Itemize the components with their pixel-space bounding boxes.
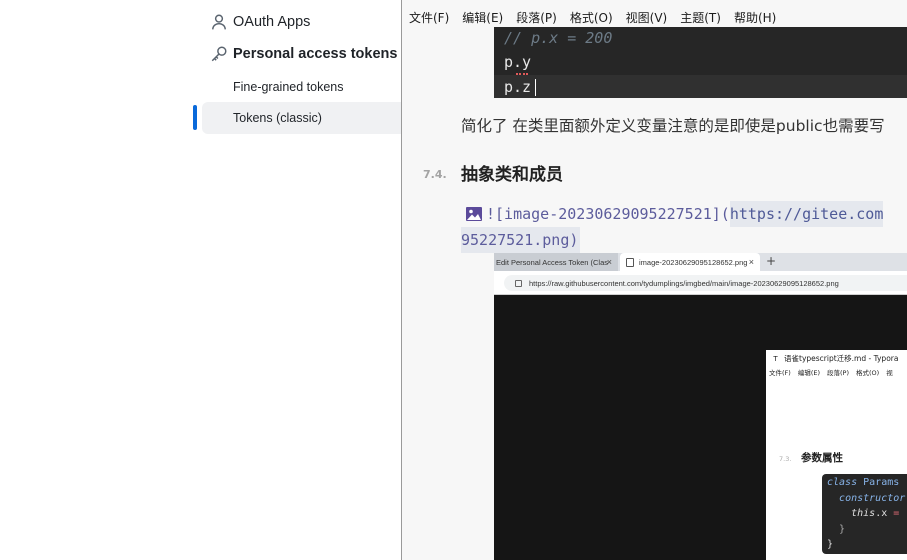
- address-field: https://raw.githubusercontent.com/tydump…: [504, 275, 907, 291]
- active-indicator: [193, 105, 197, 130]
- sidebar-subitem-fine-grained-tokens[interactable]: Fine-grained tokens: [202, 73, 401, 101]
- code-keyword: constructor: [839, 492, 906, 504]
- menu-bar: 文件(F) 编辑(E) 段落(P) 格式(O) 视图(V) 主题(T) 帮助(H…: [402, 8, 782, 28]
- browser-tab-bar: Edit Personal Access Token (Clas × image…: [494, 253, 907, 271]
- browser-tab-active: image-20230629095128652.png ×: [620, 253, 760, 271]
- code-keyword: this: [851, 508, 876, 519]
- nested-menu-bar: 文件(F) 编辑(E) 段落(P) 格式(O) 视: [766, 367, 897, 381]
- menu-theme[interactable]: 主题(T): [680, 8, 721, 28]
- typora-logo-icon: T: [773, 354, 778, 363]
- sidebar-item-label: Fine-grained tokens: [233, 80, 344, 94]
- code-text: }: [839, 523, 846, 535]
- image-icon: [466, 207, 482, 221]
- image-url-link[interactable]: https://gitee.com: [730, 205, 884, 223]
- active-line-highlight: [494, 75, 907, 98]
- sidebar-item-personal-access-tokens[interactable]: Personal access tokens: [202, 40, 401, 68]
- typora-window: 文件(F) 编辑(E) 段落(P) 格式(O) 视图(V) 主题(T) 帮助(H…: [401, 0, 907, 560]
- text-cursor: [535, 79, 536, 96]
- code-block[interactable]: // p.x = 200 p.y p.z: [494, 27, 907, 98]
- code-line: // p.x = 200: [504, 29, 613, 47]
- tab-title: Edit Personal Access Token (Clas: [496, 257, 608, 267]
- heading-number: 7.4.: [423, 168, 447, 181]
- lock-icon: [515, 279, 522, 287]
- nested-menu-item: 编辑(E): [797, 369, 820, 377]
- code-text: .x: [875, 508, 888, 519]
- nested-menu-item: 段落(P): [827, 369, 849, 377]
- code-operator: =: [893, 508, 900, 519]
- github-settings-sidebar: OAuth Apps Personal access tokens Fine-g…: [0, 0, 401, 560]
- menu-help[interactable]: 帮助(H): [734, 8, 776, 28]
- code-identifier: Params: [863, 477, 900, 488]
- sidebar-item-label: OAuth Apps: [233, 14, 311, 30]
- image-markdown-suffix: 95227521.png): [461, 227, 581, 253]
- key-icon: [208, 43, 230, 65]
- nested-code-block: class Params constructor this.x = } }: [822, 474, 907, 554]
- nested-menu-item: 文件(F): [769, 369, 791, 377]
- paragraph[interactable]: 简化了 在类里面额外定义变量注意的是即使是public也需要写: [461, 114, 885, 136]
- sidebar-item-label: Personal access tokens: [233, 46, 398, 62]
- code-text: }: [827, 539, 834, 550]
- document-icon: [626, 257, 634, 267]
- nested-typora-window: T 语雀typescript迁移.md - Typora 文件(F) 编辑(E)…: [766, 350, 907, 560]
- image-markdown-prefix: ![image-20230629095227521](: [486, 205, 730, 223]
- close-icon: ×: [748, 257, 754, 267]
- browser-tab: Edit Personal Access Token (Clas ×: [494, 253, 618, 271]
- nested-menu-item: 格式(O): [856, 369, 880, 377]
- address-text: https://raw.githubusercontent.com/tydump…: [529, 278, 839, 288]
- spellcheck-underline: [516, 72, 528, 75]
- nested-title-bar: T 语雀typescript迁移.md - Typora: [766, 350, 907, 367]
- close-icon: ×: [606, 257, 612, 267]
- tab-title: image-20230629095128652.png: [639, 257, 748, 267]
- menu-edit[interactable]: 编辑(E): [462, 8, 503, 28]
- nested-heading: 参数属性: [801, 452, 843, 464]
- nested-menu-item: 视: [886, 369, 893, 377]
- image-markdown-source[interactable]: ![image-20230629095227521](https://gitee…: [461, 201, 907, 253]
- plus-icon: +: [766, 254, 777, 268]
- menu-view[interactable]: 视图(V): [626, 8, 668, 28]
- code-line: p.z: [504, 78, 532, 96]
- menu-file[interactable]: 文件(F): [409, 8, 449, 28]
- heading[interactable]: 抽象类和成员: [461, 160, 563, 185]
- browser-address-bar: https://raw.githubusercontent.com/tydump…: [494, 271, 907, 295]
- sidebar-item-oauth-apps[interactable]: OAuth Apps: [202, 8, 401, 36]
- menu-paragraph[interactable]: 段落(P): [516, 8, 557, 28]
- sidebar-item-label: Tokens (classic): [233, 111, 322, 125]
- embedded-image: Edit Personal Access Token (Clas × image…: [494, 253, 907, 560]
- sidebar-subitem-tokens-classic[interactable]: Tokens (classic): [202, 102, 401, 134]
- person-icon: [208, 11, 230, 33]
- nested-heading-number: 7.3.: [779, 455, 792, 463]
- code-keyword: class: [827, 477, 858, 488]
- menu-format[interactable]: 格式(O): [570, 8, 613, 28]
- code-line: p.y: [504, 53, 532, 71]
- nested-window-title: 语雀typescript迁移.md - Typora: [784, 354, 899, 363]
